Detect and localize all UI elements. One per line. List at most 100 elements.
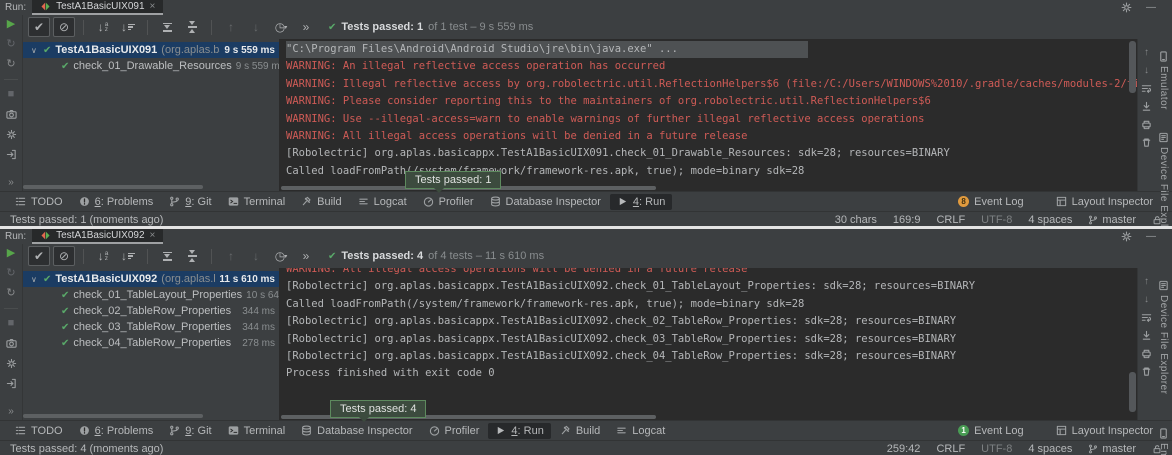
toolwindow-database-inspector[interactable]: Database Inspector [294, 423, 419, 439]
rerun-failed-tests-icon[interactable]: ↻ [6, 288, 15, 299]
rerun-tests-icon[interactable]: ▶ [7, 19, 15, 30]
stripe-button-emulator[interactable]: Emulator [1158, 51, 1169, 110]
stripe-button-emulator[interactable]: Emulator [1158, 428, 1169, 455]
stripe-button-device-file-explorer[interactable]: Device File Explorer [1158, 132, 1169, 226]
test-history-button[interactable]: ◷▾ [270, 246, 292, 266]
minimize-icon[interactable]: — [1146, 2, 1156, 13]
run-tab[interactable]: TestA1BasicUIX092 × [32, 229, 163, 244]
previous-occurrence-icon[interactable]: ↑ [1144, 276, 1149, 287]
show-ignored-button[interactable]: ⊘ [53, 17, 75, 37]
toolwindow-run[interactable]: 4: Run [610, 194, 672, 210]
rerun-failed-tests-icon[interactable]: ↻ [6, 59, 15, 70]
tree-horizontal-scrollbar[interactable] [23, 414, 203, 418]
layout-inspector-button[interactable]: Layout Inspector [1049, 423, 1160, 439]
test-settings-icon[interactable] [6, 358, 17, 369]
screenshot-icon[interactable] [6, 109, 17, 120]
toolwindow-git[interactable]: 9: Git [162, 423, 218, 439]
toolwindow-git[interactable]: 9: Git [162, 194, 218, 210]
collapse-all-button[interactable] [181, 17, 203, 37]
chevron-down-icon[interactable]: ∨ [31, 275, 39, 284]
status-indent[interactable]: 4 spaces [1028, 443, 1072, 455]
status-encoding[interactable]: UTF-8 [981, 214, 1012, 226]
next-occurrence-icon[interactable]: ↓ [1144, 65, 1149, 76]
toolwindow-terminal[interactable]: Terminal [221, 423, 293, 439]
scroll-to-end-icon[interactable] [1141, 330, 1152, 341]
layout-inspector-button[interactable]: Layout Inspector [1049, 194, 1160, 210]
gear-icon[interactable] [1121, 2, 1132, 13]
toolwindow-run[interactable]: 4: Run [488, 423, 550, 439]
status-chars[interactable]: 30 chars [835, 214, 877, 226]
close-icon[interactable]: × [150, 230, 156, 241]
toolwindow-profiler[interactable]: Profiler [422, 423, 487, 439]
toolwindow-problems[interactable]: 6: Problems [72, 423, 161, 439]
sort-alphabetically-button[interactable]: ↓az [92, 246, 114, 266]
show-ignored-button[interactable]: ⊘ [53, 246, 75, 266]
screenshot-icon[interactable] [6, 338, 17, 349]
soft-wrap-icon[interactable] [1141, 83, 1152, 94]
show-passed-button[interactable]: ✔ [28, 17, 50, 37]
status-indent[interactable]: 4 spaces [1028, 214, 1072, 226]
close-icon[interactable]: × [150, 1, 156, 12]
test-tree-root-row[interactable]: ∨ ✔ TestA1BasicUIX091 (org.aplas.basicap… [23, 42, 279, 58]
more-chevrons-icon[interactable]: » [8, 177, 14, 188]
stripe-button-device-file-explorer[interactable]: Device File Explorer [1158, 280, 1169, 394]
more-actions-button[interactable]: » [295, 246, 317, 266]
print-icon[interactable] [1141, 119, 1152, 130]
run-console[interactable]: "C:\Program Files\Android\Android Studio… [279, 39, 1137, 191]
import-test-results-icon[interactable] [6, 149, 17, 160]
console-vertical-scrollbar[interactable] [1129, 41, 1136, 93]
test-tree-row[interactable]: ✔ check_02_TableRow_Properties 344 ms [23, 303, 279, 319]
tree-horizontal-scrollbar[interactable] [23, 185, 203, 189]
minimize-icon[interactable]: — [1146, 231, 1156, 242]
test-tree-row[interactable]: ✔ check_04_TableRow_Properties 278 ms [23, 335, 279, 351]
status-encoding[interactable]: UTF-8 [981, 443, 1012, 455]
toolwindow-todo[interactable]: TODO [8, 194, 70, 210]
toolwindow-terminal[interactable]: Terminal [221, 194, 293, 210]
toolwindow-database-inspector[interactable]: Database Inspector [483, 194, 608, 210]
status-git-branch[interactable]: master [1088, 214, 1136, 226]
next-occurrence-icon[interactable]: ↓ [1144, 294, 1149, 305]
event-log-button[interactable]: 1 Event Log [951, 423, 1031, 439]
more-actions-button[interactable]: » [295, 17, 317, 37]
status-line-ending[interactable]: CRLF [936, 214, 965, 226]
expand-all-button[interactable] [156, 17, 178, 37]
sort-by-duration-button[interactable]: ↓ [117, 17, 139, 37]
scroll-to-end-icon[interactable] [1141, 101, 1152, 112]
toolwindow-profiler[interactable]: Profiler [416, 194, 481, 210]
toolwindow-build[interactable]: Build [553, 423, 607, 439]
toolwindow-logcat[interactable]: Logcat [351, 194, 414, 210]
rerun-icon[interactable]: ↻ [6, 268, 15, 279]
sort-by-duration-button[interactable]: ↓ [117, 246, 139, 266]
event-log-button[interactable]: 8 Event Log [951, 194, 1031, 210]
test-tree-row[interactable]: ✔ check_03_TableRow_Properties 344 ms [23, 319, 279, 335]
status-caret-position[interactable]: 169:9 [893, 214, 921, 226]
expand-all-button[interactable] [156, 246, 178, 266]
show-passed-button[interactable]: ✔ [28, 246, 50, 266]
gear-icon[interactable] [1121, 231, 1132, 242]
status-line-ending[interactable]: CRLF [936, 443, 965, 455]
toolwindow-todo[interactable]: TODO [8, 423, 70, 439]
status-caret-position[interactable]: 259:42 [887, 443, 921, 455]
collapse-all-button[interactable] [181, 246, 203, 266]
toolwindow-problems[interactable]: 6: Problems [72, 194, 161, 210]
print-icon[interactable] [1141, 348, 1152, 359]
sort-alphabetically-button[interactable]: ↓az [92, 17, 114, 37]
previous-occurrence-icon[interactable]: ↑ [1144, 47, 1149, 58]
test-tree-row[interactable]: ✔ check_01_Drawable_Resources 9 s 559 ms [23, 58, 279, 74]
more-chevrons-icon[interactable]: » [8, 406, 14, 417]
test-tree-root-row[interactable]: ∨ ✔ TestA1BasicUIX092 (org.aplas.basicap… [23, 271, 279, 287]
test-settings-icon[interactable] [6, 129, 17, 140]
rerun-tests-icon[interactable]: ▶ [7, 248, 15, 259]
soft-wrap-icon[interactable] [1141, 312, 1152, 323]
chevron-down-icon[interactable]: ∨ [31, 46, 39, 55]
console-vertical-scrollbar[interactable] [1129, 372, 1136, 412]
toolwindow-build[interactable]: Build [294, 194, 348, 210]
import-test-results-icon[interactable] [6, 378, 17, 389]
test-tree-row[interactable]: ✔ check_01_TableLayout_Properties 10 s 6… [23, 287, 279, 303]
toolwindow-logcat[interactable]: Logcat [609, 423, 672, 439]
clear-console-icon[interactable] [1141, 137, 1152, 148]
run-tab[interactable]: TestA1BasicUIX091 × [32, 0, 163, 15]
test-history-button[interactable]: ◷▾ [270, 17, 292, 37]
clear-console-icon[interactable] [1141, 366, 1152, 377]
status-git-branch[interactable]: master [1088, 443, 1136, 455]
